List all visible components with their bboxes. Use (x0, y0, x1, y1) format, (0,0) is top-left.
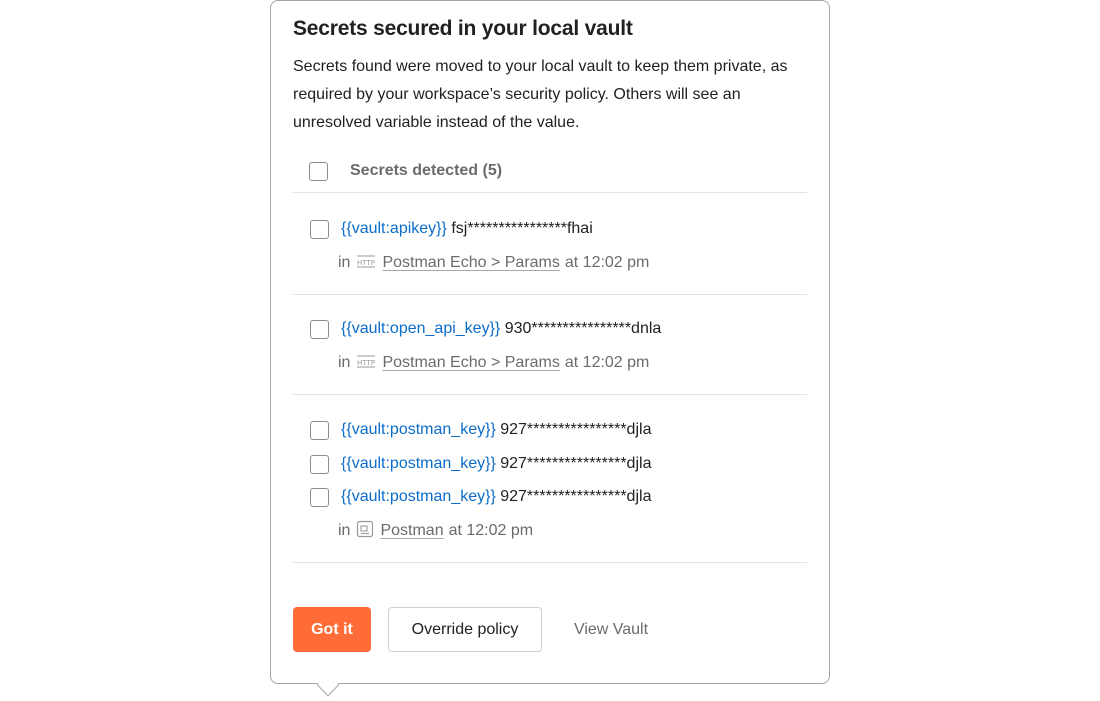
secret-row: {{vault:postman_key}} 927***************… (293, 486, 807, 510)
vault-secrets-popover: Secrets secured in your local vault Secr… (270, 0, 830, 684)
dialog-title: Secrets secured in your local vault (293, 17, 633, 40)
secret-checkbox[interactable] (310, 220, 329, 239)
dialog-description: Secrets found were moved to your local v… (293, 58, 788, 131)
location-prefix: in (338, 354, 351, 371)
secret-row: {{vault:postman_key}} 927***************… (293, 419, 807, 443)
got-it-button[interactable]: Got it (293, 607, 371, 652)
select-all-checkbox[interactable] (309, 162, 328, 181)
secret-masked-value: 927****************djla (500, 455, 652, 472)
secret-masked-value: 930****************dnla (504, 320, 662, 337)
http-icon: HTTP (356, 354, 376, 373)
secret-location: in HTTP Postman Echo > Params at 12:02 p… (338, 352, 649, 374)
override-policy-button[interactable]: Override policy (388, 607, 542, 652)
secret-masked-value: 927****************djla (500, 488, 652, 505)
secret-row: {{vault:postman_key}} 927***************… (293, 453, 807, 477)
secret-variable[interactable]: {{vault:postman_key}} (341, 455, 496, 472)
secret-checkbox[interactable] (310, 488, 329, 507)
location-time: at 12:02 pm (564, 254, 650, 271)
location-prefix: in (338, 522, 351, 539)
svg-text:HTTP: HTTP (357, 359, 375, 367)
location-link[interactable]: Postman (380, 522, 443, 540)
secrets-detected-label: Secrets detected (5) (350, 162, 503, 179)
secret-masked-value: fsj****************fhai (451, 220, 593, 237)
location-link[interactable]: Postman Echo > Params (382, 354, 559, 372)
secret-masked-value: 927****************djla (500, 421, 652, 438)
secret-checkbox[interactable] (310, 421, 329, 440)
location-prefix: in (338, 254, 351, 271)
secret-checkbox[interactable] (310, 320, 329, 339)
location-link[interactable]: Postman Echo > Params (382, 254, 559, 272)
secret-checkbox[interactable] (310, 455, 329, 474)
secret-row: {{vault:apikey}} fsj****************fhai (293, 218, 807, 242)
location-time: at 12:02 pm (564, 354, 650, 371)
environment-icon (356, 520, 374, 543)
secret-group: {{vault:postman_key}} 927***************… (293, 395, 807, 563)
view-vault-button[interactable]: View Vault (556, 607, 666, 652)
svg-text:HTTP: HTTP (357, 259, 375, 267)
http-icon: HTTP (356, 254, 376, 273)
secret-variable[interactable]: {{vault:postman_key}} (341, 488, 496, 505)
location-time: at 12:02 pm (448, 522, 534, 539)
secret-row: {{vault:open_api_key}} 930**************… (293, 318, 807, 342)
secret-group: {{vault:open_api_key}} 930**************… (293, 295, 807, 395)
secret-location: in HTTP Postman Echo > Params at 12:02 p… (338, 252, 649, 274)
secrets-section-header: Secrets detected (5) (293, 151, 807, 193)
secret-variable[interactable]: {{vault:apikey}} (341, 220, 447, 237)
secret-location: in Postman at 12:02 pm (338, 520, 533, 542)
secret-variable[interactable]: {{vault:postman_key}} (341, 421, 496, 438)
secret-variable[interactable]: {{vault:open_api_key}} (341, 320, 500, 337)
secret-group: {{vault:apikey}} fsj****************fhai… (293, 194, 807, 295)
